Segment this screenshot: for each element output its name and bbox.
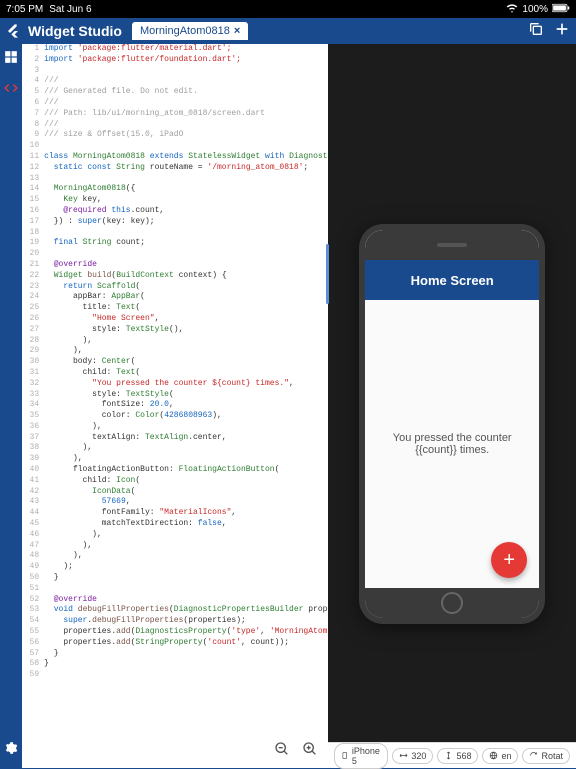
code-line[interactable]: 28 ), <box>22 336 328 347</box>
code-line[interactable]: 3 <box>22 66 328 77</box>
code-line[interactable]: 55 properties.add(DiagnosticsProperty('t… <box>22 627 328 638</box>
code-line[interactable]: 10 <box>22 141 328 152</box>
code-line[interactable]: 20 <box>22 249 328 260</box>
preview-fab[interactable]: + <box>491 542 527 578</box>
code-line[interactable]: 45 matchTextDirection: false, <box>22 519 328 530</box>
code-line[interactable]: 13 <box>22 174 328 185</box>
code-line[interactable]: 18 <box>22 228 328 239</box>
widgets-icon[interactable] <box>4 50 18 69</box>
battery-pct: 100% <box>522 4 548 15</box>
code-line[interactable]: 12 static const String routeName = '/mor… <box>22 163 328 174</box>
width-chip[interactable]: 320 <box>392 748 433 764</box>
code-line[interactable]: 22 Widget build(BuildContext context) { <box>22 271 328 282</box>
code-line[interactable]: 23 return Scaffold( <box>22 282 328 293</box>
settings-icon[interactable] <box>4 741 18 760</box>
locale-chip[interactable]: en <box>482 748 518 764</box>
code-line[interactable]: 48 ), <box>22 551 328 562</box>
code-line[interactable]: 53 void debugFillProperties(DiagnosticPr… <box>22 605 328 616</box>
left-rail <box>0 44 22 768</box>
code-line[interactable]: 56 properties.add(StringProperty('count'… <box>22 638 328 649</box>
code-line[interactable]: 31 child: Text( <box>22 368 328 379</box>
code-line[interactable]: 46 ), <box>22 530 328 541</box>
code-line[interactable]: 50 } <box>22 573 328 584</box>
plus-icon: + <box>503 549 515 572</box>
code-line[interactable]: 52 @override <box>22 595 328 606</box>
code-line[interactable]: 17 }) : super(key: key); <box>22 217 328 228</box>
flutter-logo-icon <box>6 23 22 39</box>
code-line[interactable]: 25 title: Text( <box>22 303 328 314</box>
status-bar: 7:05 PM Sat Jun 6 100% <box>0 0 576 18</box>
code-line[interactable]: 54 super.debugFillProperties(properties)… <box>22 616 328 627</box>
code-line[interactable]: 7/// Path: lib/ui/morning_atom_0818/scre… <box>22 109 328 120</box>
status-date: Sat Jun 6 <box>49 4 91 15</box>
close-icon[interactable]: × <box>234 25 240 37</box>
code-line[interactable]: 43 57669, <box>22 497 328 508</box>
copy-icon[interactable] <box>528 21 544 42</box>
battery-icon <box>552 3 570 16</box>
code-line[interactable]: 57 } <box>22 649 328 660</box>
code-line[interactable]: 47 ), <box>22 541 328 552</box>
code-line[interactable]: 24 appBar: AppBar( <box>22 292 328 303</box>
code-line[interactable]: 5/// Generated file. Do not edit. <box>22 87 328 98</box>
code-line[interactable]: 15 Key key, <box>22 195 328 206</box>
wifi-icon <box>506 3 518 16</box>
code-line[interactable]: 4/// <box>22 76 328 87</box>
code-line[interactable]: 27 style: TextStyle(), <box>22 325 328 336</box>
code-line[interactable]: 40 floatingActionButton: FloatingActionB… <box>22 465 328 476</box>
code-line[interactable]: 11class MorningAtom0818 extends Stateles… <box>22 152 328 163</box>
code-icon[interactable] <box>4 81 18 100</box>
code-line[interactable]: 19 final String count; <box>22 238 328 249</box>
tab-label: MorningAtom0818 <box>140 25 230 37</box>
code-line[interactable]: 36 ), <box>22 422 328 433</box>
code-line[interactable]: 6/// <box>22 98 328 109</box>
home-button-icon <box>441 592 463 614</box>
code-line[interactable]: 30 body: Center( <box>22 357 328 368</box>
code-line[interactable]: 8/// <box>22 120 328 131</box>
code-line[interactable]: 58} <box>22 659 328 670</box>
code-line[interactable]: 32 "You pressed the counter ${count} tim… <box>22 379 328 390</box>
app-header: Widget Studio MorningAtom0818 × <box>0 18 576 44</box>
scroll-indicator[interactable] <box>326 244 329 304</box>
preview-appbar-title: Home Screen <box>411 273 494 288</box>
code-line[interactable]: 59 <box>22 670 328 681</box>
code-line[interactable]: 21 @override <box>22 260 328 271</box>
preview-appbar: Home Screen <box>365 260 539 300</box>
preview-bottom-bar: iPhone 5 320 568 en Rotat <box>328 742 576 768</box>
zoom-out-icon[interactable] <box>274 741 290 762</box>
plus-icon[interactable] <box>554 21 570 42</box>
preview-body-text: You pressed the counter {{count}} times. <box>375 432 529 456</box>
code-line[interactable]: 14 MorningAtom0818({ <box>22 184 328 195</box>
height-chip[interactable]: 568 <box>437 748 478 764</box>
code-line[interactable]: 49 ); <box>22 562 328 573</box>
code-line[interactable]: 41 child: Icon( <box>22 476 328 487</box>
rotate-chip[interactable]: Rotat <box>522 748 570 764</box>
code-line[interactable]: 1import 'package:flutter/material.dart'; <box>22 44 328 55</box>
code-line[interactable]: 37 textAlign: TextAlign.center, <box>22 433 328 444</box>
editor-tab[interactable]: MorningAtom0818 × <box>132 22 248 40</box>
code-editor[interactable]: 1import 'package:flutter/material.dart';… <box>22 44 328 768</box>
code-line[interactable]: 16 @required this.count, <box>22 206 328 217</box>
preview-pane: Home Screen You pressed the counter {{co… <box>328 44 576 768</box>
code-line[interactable]: 39 ), <box>22 454 328 465</box>
app-title: Widget Studio <box>28 23 122 39</box>
code-line[interactable]: 34 fontSize: 20.0, <box>22 400 328 411</box>
code-line[interactable]: 2import 'package:flutter/foundation.dart… <box>22 55 328 66</box>
status-time: 7:05 PM <box>6 4 43 15</box>
code-line[interactable]: 44 fontFamily: "MaterialIcons", <box>22 508 328 519</box>
code-line[interactable]: 38 ), <box>22 443 328 454</box>
code-line[interactable]: 29 ), <box>22 346 328 357</box>
code-line[interactable]: 51 <box>22 584 328 595</box>
code-line[interactable]: 9/// size & Offset(15.0, iPadO <box>22 130 328 141</box>
device-frame: Home Screen You pressed the counter {{co… <box>359 224 545 624</box>
zoom-in-icon[interactable] <box>302 741 318 762</box>
code-line[interactable]: 33 style: TextStyle( <box>22 390 328 401</box>
code-line[interactable]: 42 IconData( <box>22 487 328 498</box>
code-line[interactable]: 26 "Home Screen", <box>22 314 328 325</box>
code-line[interactable]: 35 color: Color(4286808963), <box>22 411 328 422</box>
device-selector[interactable]: iPhone 5 <box>334 743 388 769</box>
